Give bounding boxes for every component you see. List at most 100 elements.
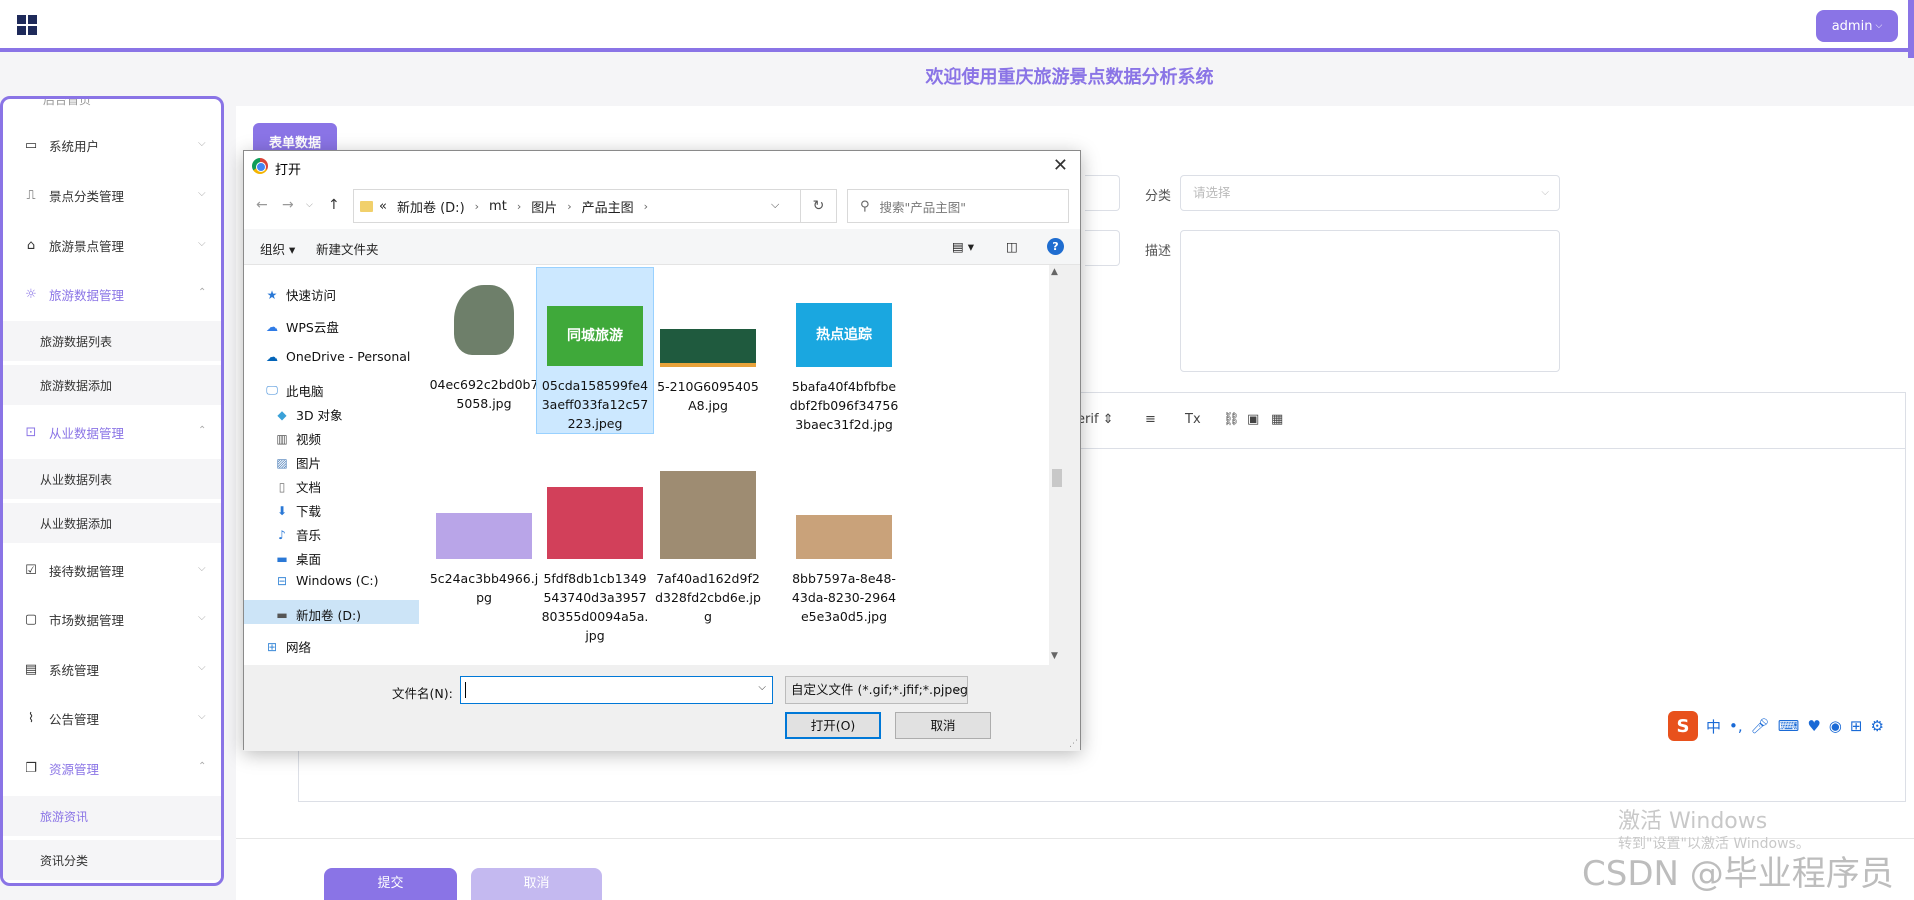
scroll-down-icon[interactable]: ▼ xyxy=(1051,651,1058,661)
sidebar-subitem-tourism-data-add[interactable]: 旅游数据添加 xyxy=(3,365,221,405)
sidebar-subitem-employment-data-add[interactable]: 从业数据添加 xyxy=(3,503,221,543)
tree-item-3d-objects[interactable]: ◆ 3D 对象 xyxy=(274,405,342,424)
sidebar-subitem-tourism-data-list[interactable]: 旅游数据列表 xyxy=(3,321,221,361)
sidebar-item-system-management[interactable]: ▤ 系统管理 ⌵ xyxy=(3,649,221,689)
organize-button[interactable]: 组织 ▾ xyxy=(260,239,295,258)
up-arrow-icon[interactable]: ↑ xyxy=(328,197,340,213)
field-input-partial[interactable] xyxy=(1085,230,1120,266)
tree-item-videos[interactable]: ▥ 视频 xyxy=(274,429,321,448)
file-item[interactable]: 8bb7597a-8e48-43da-8230-2964e5e3a0d5.jpg xyxy=(785,467,903,626)
file-list-scrollbar[interactable]: ▲ ▼ xyxy=(1049,265,1063,665)
toolbox-icon[interactable]: ⊞ xyxy=(1850,717,1863,735)
activate-windows-watermark: 激活 Windows xyxy=(1618,809,1768,834)
clear-format-icon[interactable]: Tx xyxy=(1185,412,1201,427)
video-icon[interactable]: ▦ xyxy=(1271,412,1283,427)
breadcrumb-overflow[interactable]: « xyxy=(379,199,387,214)
tree-item-wps-cloud[interactable]: ☁ WPS云盘 xyxy=(264,317,339,336)
file-thumbnail xyxy=(660,471,756,559)
scroll-up-icon[interactable]: ▲ xyxy=(1051,267,1058,277)
preview-pane-icon[interactable]: ◫ xyxy=(1006,239,1018,254)
forward-arrow-icon[interactable]: → xyxy=(282,197,294,213)
new-folder-button[interactable]: 新建文件夹 xyxy=(316,239,379,258)
tree-item-windows-c[interactable]: ⊟ Windows (C:) xyxy=(274,573,379,588)
file-item-selected[interactable]: 同城旅游 05cda158599fe43aeff033fa12c57223.jp… xyxy=(536,267,654,434)
cancel-button[interactable]: 取消 xyxy=(471,868,602,900)
recent-chevron-icon[interactable]: ⌵ xyxy=(306,200,313,210)
tree-item-new-volume-d[interactable]: ▬ 新加卷 (D:) xyxy=(274,605,361,624)
file-item[interactable]: 5fdf8db1cb1349543740d3a395780355d0094a5a… xyxy=(536,467,654,645)
sidebar-item-home-partial[interactable]: 后台首页 xyxy=(43,99,91,108)
search-input[interactable]: ⚲ 搜索"产品主图" xyxy=(847,189,1069,223)
sidebar-item-category-management[interactable]: ⎍ 景点分类管理 ⌵ xyxy=(3,175,221,215)
tree-item-pictures[interactable]: ▨ 图片 xyxy=(274,453,321,472)
close-icon[interactable]: ✕ xyxy=(1053,155,1068,176)
image-icon[interactable]: ▣ xyxy=(1247,412,1259,427)
align-icon[interactable]: ≡ xyxy=(1145,412,1156,427)
admin-label: admin xyxy=(1831,18,1873,34)
file-name: 5-210G6095405A8.jpg xyxy=(657,379,759,413)
breadcrumb-pictures[interactable]: 图片 xyxy=(531,197,557,216)
sidebar-item-system-users[interactable]: ▭ 系统用户 ⌵ xyxy=(3,125,221,165)
description-textarea[interactable] xyxy=(1180,230,1560,372)
sidebar-item-tourism-data-management[interactable]: ☼ 旅游数据管理 ⌃ xyxy=(3,274,221,314)
name-input-partial[interactable] xyxy=(1085,175,1120,211)
file-item[interactable]: 7af40ad162d9f2d328fd2cbd6e.jpg xyxy=(649,467,767,626)
breadcrumb-drive[interactable]: 新加卷 (D:) xyxy=(397,197,465,216)
help-icon[interactable]: ? xyxy=(1047,238,1064,255)
sidebar-item-announcement-management[interactable]: ⌇ 公告管理 ⌵ xyxy=(3,698,221,738)
breadcrumb-product-images[interactable]: 产品主图 xyxy=(582,197,634,216)
submit-button[interactable]: 提交 xyxy=(324,868,457,900)
sogou-logo-icon[interactable]: S xyxy=(1668,711,1698,741)
dialog-cancel-button[interactable]: 取消 xyxy=(895,712,991,739)
sidebar-item-employment-data-management[interactable]: ⊡ 从业数据管理 ⌃ xyxy=(3,412,221,452)
sidebar-subitem-travel-news[interactable]: 旅游资讯 xyxy=(3,796,221,836)
tree-item-documents[interactable]: ▯ 文档 xyxy=(274,477,321,496)
sidebar-subitem-employment-data-list[interactable]: 从业数据列表 xyxy=(3,459,221,499)
admin-dropdown-button[interactable]: admin ⌵ xyxy=(1816,10,1898,42)
address-bar[interactable]: « 新加卷 (D:) › mt › 图片 › 产品主图 › ⌵ xyxy=(353,189,801,223)
tree-item-downloads[interactable]: ⬇ 下载 xyxy=(274,501,321,520)
microphone-icon[interactable]: 🎤︎ xyxy=(1751,717,1770,735)
drive-icon: ▬ xyxy=(276,607,288,622)
file-item[interactable]: 5c24ac3bb4966.jpg xyxy=(425,467,543,607)
file-item[interactable]: 热点追踪 5bafa40f4bfbfbedbf2fb096f347563baec… xyxy=(785,267,903,434)
grid-menu-icon[interactable] xyxy=(17,15,37,35)
ime-language[interactable]: 中 xyxy=(1706,716,1721,737)
sidebar-item-resource-management[interactable]: ❐ 资源管理 ⌃ xyxy=(3,748,221,788)
open-button[interactable]: 打开(O) xyxy=(785,712,881,739)
sidebar-item-label: 系统用户 xyxy=(49,138,100,154)
scroll-thumb[interactable] xyxy=(1052,469,1062,487)
gamepad-icon[interactable]: ◉ xyxy=(1829,717,1842,735)
refresh-icon[interactable]: ↻ xyxy=(801,189,837,223)
link-icon[interactable]: ⛓ xyxy=(1223,412,1240,427)
keyboard-icon[interactable]: ⌨ xyxy=(1778,717,1800,735)
file-type-filter-select[interactable]: 自定义文件 (*.gif;*.jfif;*.pjpeg;* ⌵ xyxy=(785,676,968,704)
font-select-partial[interactable]: erif ⇕ xyxy=(1077,412,1114,427)
chevron-down-icon: ⌵ xyxy=(198,188,206,199)
tree-item-onedrive[interactable]: ☁ OneDrive - Personal xyxy=(264,349,410,364)
punctuation-icon[interactable]: •, xyxy=(1729,717,1743,735)
skin-icon[interactable]: ♥ xyxy=(1807,717,1820,735)
settings-gear-icon[interactable]: ⚙ xyxy=(1870,717,1883,735)
chevron-down-icon[interactable]: ⌵ xyxy=(758,682,766,693)
sidebar-item-market-data-management[interactable]: ▢ 市场数据管理 ⌵ xyxy=(3,599,221,639)
category-select[interactable]: 请选择 ⌵ xyxy=(1180,175,1560,211)
chevron-down-icon[interactable]: ⌵ xyxy=(771,198,779,212)
file-open-dialog: 打开 ✕ ← → ⌵ ↑ « 新加卷 (D:) › mt › 图片 › 产品主图… xyxy=(243,150,1081,751)
sidebar-item-reception-data-management[interactable]: ☑ 接待数据管理 ⌵ xyxy=(3,550,221,590)
breadcrumb-mt[interactable]: mt xyxy=(489,199,507,214)
file-item[interactable]: 5-210G6095405A8.jpg xyxy=(649,267,767,415)
tree-item-this-pc[interactable]: 🖵︎ 此电脑 xyxy=(264,381,323,400)
tree-item-desktop[interactable]: ▬ 桌面 xyxy=(274,549,321,568)
resize-grip-icon[interactable]: ⋰ xyxy=(1069,739,1078,749)
view-options-icon[interactable]: ▤ ▾ xyxy=(952,239,974,254)
navigation-pane: ★ 快速访问 ☁ WPS云盘 ☁ OneDrive - Personal 🖵︎ 此电脑 … xyxy=(244,265,419,665)
sidebar-subitem-news-category[interactable]: 资讯分类 xyxy=(3,840,221,880)
tree-item-music[interactable]: ♪ 音乐 xyxy=(274,525,321,544)
tree-item-network[interactable]: ⊞ 网络 xyxy=(264,637,311,656)
sidebar-item-attraction-management[interactable]: ⌂ 旅游景点管理 ⌵ xyxy=(3,225,221,265)
file-item[interactable]: 04ec692c2bd0b75058.jpg xyxy=(425,267,543,413)
filename-input[interactable]: ⌵ xyxy=(460,676,773,704)
back-arrow-icon[interactable]: ← xyxy=(256,197,268,213)
tree-item-quick-access[interactable]: ★ 快速访问 xyxy=(264,285,336,304)
